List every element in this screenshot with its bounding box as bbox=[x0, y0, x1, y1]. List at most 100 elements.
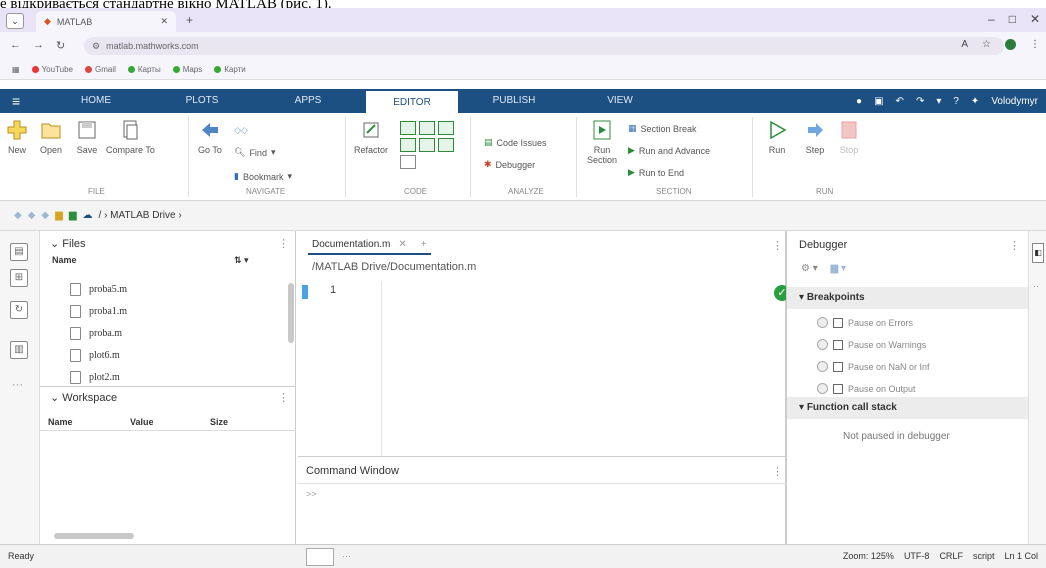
files-scrollbar[interactable] bbox=[288, 283, 294, 343]
forward-icon[interactable]: → bbox=[33, 39, 44, 52]
back-arrow-icon[interactable]: ◆ bbox=[14, 210, 22, 221]
refactor-button[interactable]: Refactor bbox=[354, 119, 388, 155]
call-stack-section[interactable]: ▾ Function call stack bbox=[787, 397, 1029, 419]
apps-grid-icon[interactable]: ▦ bbox=[12, 65, 20, 74]
code-issues-button[interactable]: ▤ Code Issues bbox=[484, 137, 547, 148]
status-encoding[interactable]: UTF-8 bbox=[904, 551, 930, 561]
browser-tab[interactable]: ◆ MATLAB ✕ bbox=[36, 11, 176, 32]
stop-button[interactable]: Stop bbox=[838, 119, 860, 155]
add-tab-icon[interactable]: + bbox=[421, 239, 427, 250]
new-button[interactable]: New bbox=[6, 119, 28, 155]
editor-file-tab[interactable]: Documentation.m ✕ + bbox=[308, 235, 431, 255]
pause-on-errors-option[interactable]: Pause on Errors bbox=[817, 317, 913, 328]
maximize-icon[interactable]: □ bbox=[1009, 12, 1016, 26]
site-info-icon[interactable]: ⚙ bbox=[92, 41, 100, 52]
hamburger-menu-icon[interactable]: ≡ bbox=[12, 89, 20, 113]
debugger-button[interactable]: ✱ Debugger bbox=[484, 159, 535, 170]
pause-on-output-checkbox[interactable] bbox=[833, 383, 843, 394]
project-panel-icon[interactable]: ▥ bbox=[10, 341, 28, 359]
comment-icon[interactable] bbox=[400, 121, 416, 135]
pause-on-errors-checkbox[interactable] bbox=[833, 317, 843, 328]
path-breadcrumb[interactable]: / › MATLAB Drive › bbox=[99, 210, 182, 221]
url-input[interactable]: ⚙ matlab.mathworks.com bbox=[84, 37, 1004, 55]
tab-home[interactable]: HOME bbox=[56, 89, 136, 113]
workspace-menu-icon[interactable]: ⋮ bbox=[278, 391, 289, 404]
layout-icon[interactable]: ▾ bbox=[936, 96, 941, 107]
profile-avatar[interactable] bbox=[1005, 39, 1016, 50]
list-item[interactable]: proba.m bbox=[70, 327, 122, 340]
tab-search-button[interactable]: ⌄ bbox=[6, 13, 24, 29]
pause-on-warnings-checkbox[interactable] bbox=[833, 339, 843, 350]
tab-view[interactable]: VIEW bbox=[580, 89, 660, 113]
list-item[interactable]: proba1.m bbox=[70, 305, 127, 318]
compare-to-button[interactable]: Compare To bbox=[106, 119, 155, 155]
bookmark-youtube[interactable]: YouTube bbox=[31, 65, 73, 74]
bookmark-maps-2[interactable]: Maps bbox=[172, 65, 202, 74]
star-icon[interactable]: ☆ bbox=[982, 39, 991, 50]
pause-on-nan-option[interactable]: Pause on NaN or Inf bbox=[817, 361, 930, 372]
forward-arrow-icon[interactable]: ◆ bbox=[28, 210, 36, 221]
list-item[interactable]: proba5.m bbox=[70, 283, 127, 296]
run-to-end-button[interactable]: ▶ Run to End bbox=[628, 167, 684, 178]
files-panel-icon[interactable]: ▤ bbox=[10, 243, 28, 261]
debugger-panel-icon[interactable]: ◧ bbox=[1032, 243, 1044, 263]
tab-plots[interactable]: PLOTS bbox=[162, 89, 242, 113]
user-icon[interactable]: ✦ bbox=[971, 96, 979, 107]
translate-icon[interactable]: A bbox=[961, 39, 968, 50]
wrap-comments-icon[interactable] bbox=[438, 121, 454, 135]
pause-on-warnings-option[interactable]: Pause on Warnings bbox=[817, 339, 926, 350]
list-item[interactable]: plot6.m bbox=[70, 349, 120, 362]
status-file-type[interactable]: script bbox=[973, 551, 995, 561]
more-panels-icon[interactable]: ··· bbox=[12, 379, 23, 391]
more-icon[interactable]: ⋮ bbox=[1030, 39, 1040, 50]
workspace-scrollbar[interactable] bbox=[54, 533, 134, 539]
back-forward-arrows[interactable]: ◇◇ bbox=[234, 125, 248, 136]
sort-icon[interactable]: ⇅ ▾ bbox=[234, 255, 249, 266]
user-name[interactable]: Volodymyr bbox=[991, 96, 1038, 107]
breakpoints-section[interactable]: ▾ Breakpoints bbox=[787, 287, 1029, 309]
drive-cloud-icon[interactable]: ☁ bbox=[83, 210, 93, 221]
tab-apps[interactable]: APPS bbox=[268, 89, 348, 113]
more-panels-icon[interactable]: ·· bbox=[1033, 281, 1039, 291]
indent-icon[interactable] bbox=[400, 138, 416, 152]
find-button[interactable]: 🔍︎ Find ▾ bbox=[234, 147, 275, 158]
format-icon[interactable] bbox=[400, 155, 416, 169]
files-panel-menu-icon[interactable]: ⋮ bbox=[278, 237, 289, 250]
bookmark-button[interactable]: ▮ Bookmark ▾ bbox=[234, 171, 292, 182]
debugger-menu-icon[interactable]: ⋮ bbox=[1009, 239, 1020, 252]
code-area[interactable] bbox=[384, 281, 768, 456]
tab-editor[interactable]: EDITOR bbox=[366, 89, 458, 113]
decrease-indent-icon[interactable] bbox=[419, 138, 435, 152]
collapse-icon[interactable]: ⌄ bbox=[50, 238, 59, 250]
command-prompt[interactable]: >> bbox=[306, 489, 317, 499]
run-and-advance-button[interactable]: ▶ Run and Advance bbox=[628, 145, 710, 156]
collapse-icon[interactable]: ⌄ bbox=[50, 392, 59, 404]
save-button[interactable]: Save bbox=[76, 119, 98, 155]
help-icon[interactable]: ? bbox=[953, 96, 959, 107]
browse-folder-icon[interactable]: ▆ bbox=[55, 210, 63, 221]
status-line-ending[interactable]: CRLF bbox=[939, 551, 963, 561]
minimize-icon[interactable]: – bbox=[988, 12, 995, 26]
uncomment-icon[interactable] bbox=[419, 121, 435, 135]
tab-close-icon[interactable]: ✕ bbox=[160, 16, 168, 27]
debug-options-icon[interactable]: ▆ ▾ bbox=[831, 263, 847, 274]
increase-indent-icon[interactable] bbox=[438, 138, 454, 152]
list-item[interactable]: plot2.m bbox=[70, 371, 120, 384]
back-icon[interactable]: ← bbox=[10, 39, 21, 52]
search-icon[interactable]: ● bbox=[856, 96, 862, 107]
goto-button[interactable]: Go To bbox=[198, 119, 222, 155]
run-section-button[interactable]: Run Section bbox=[582, 119, 622, 165]
tab-publish[interactable]: PUBLISH bbox=[474, 89, 554, 113]
close-window-icon[interactable]: ✕ bbox=[1030, 12, 1040, 26]
reload-icon[interactable]: ↻ bbox=[56, 39, 65, 52]
save-quick-icon[interactable]: ▣ bbox=[874, 96, 883, 107]
section-break-button[interactable]: ▦ Section Break bbox=[628, 123, 697, 134]
pause-on-nan-checkbox[interactable] bbox=[833, 361, 843, 372]
workspace-panel-icon[interactable]: ⊞ bbox=[10, 269, 28, 287]
bookmark-gmail[interactable]: Gmail bbox=[85, 65, 116, 74]
bookmark-maps-1[interactable]: Карты bbox=[127, 65, 161, 74]
pause-on-output-option[interactable]: Pause on Output bbox=[817, 383, 916, 394]
new-tab-button[interactable]: + bbox=[186, 13, 193, 27]
debug-settings-icon[interactable]: ⚙ ▾ bbox=[801, 263, 818, 274]
redo-icon[interactable]: ↷ bbox=[916, 96, 924, 107]
